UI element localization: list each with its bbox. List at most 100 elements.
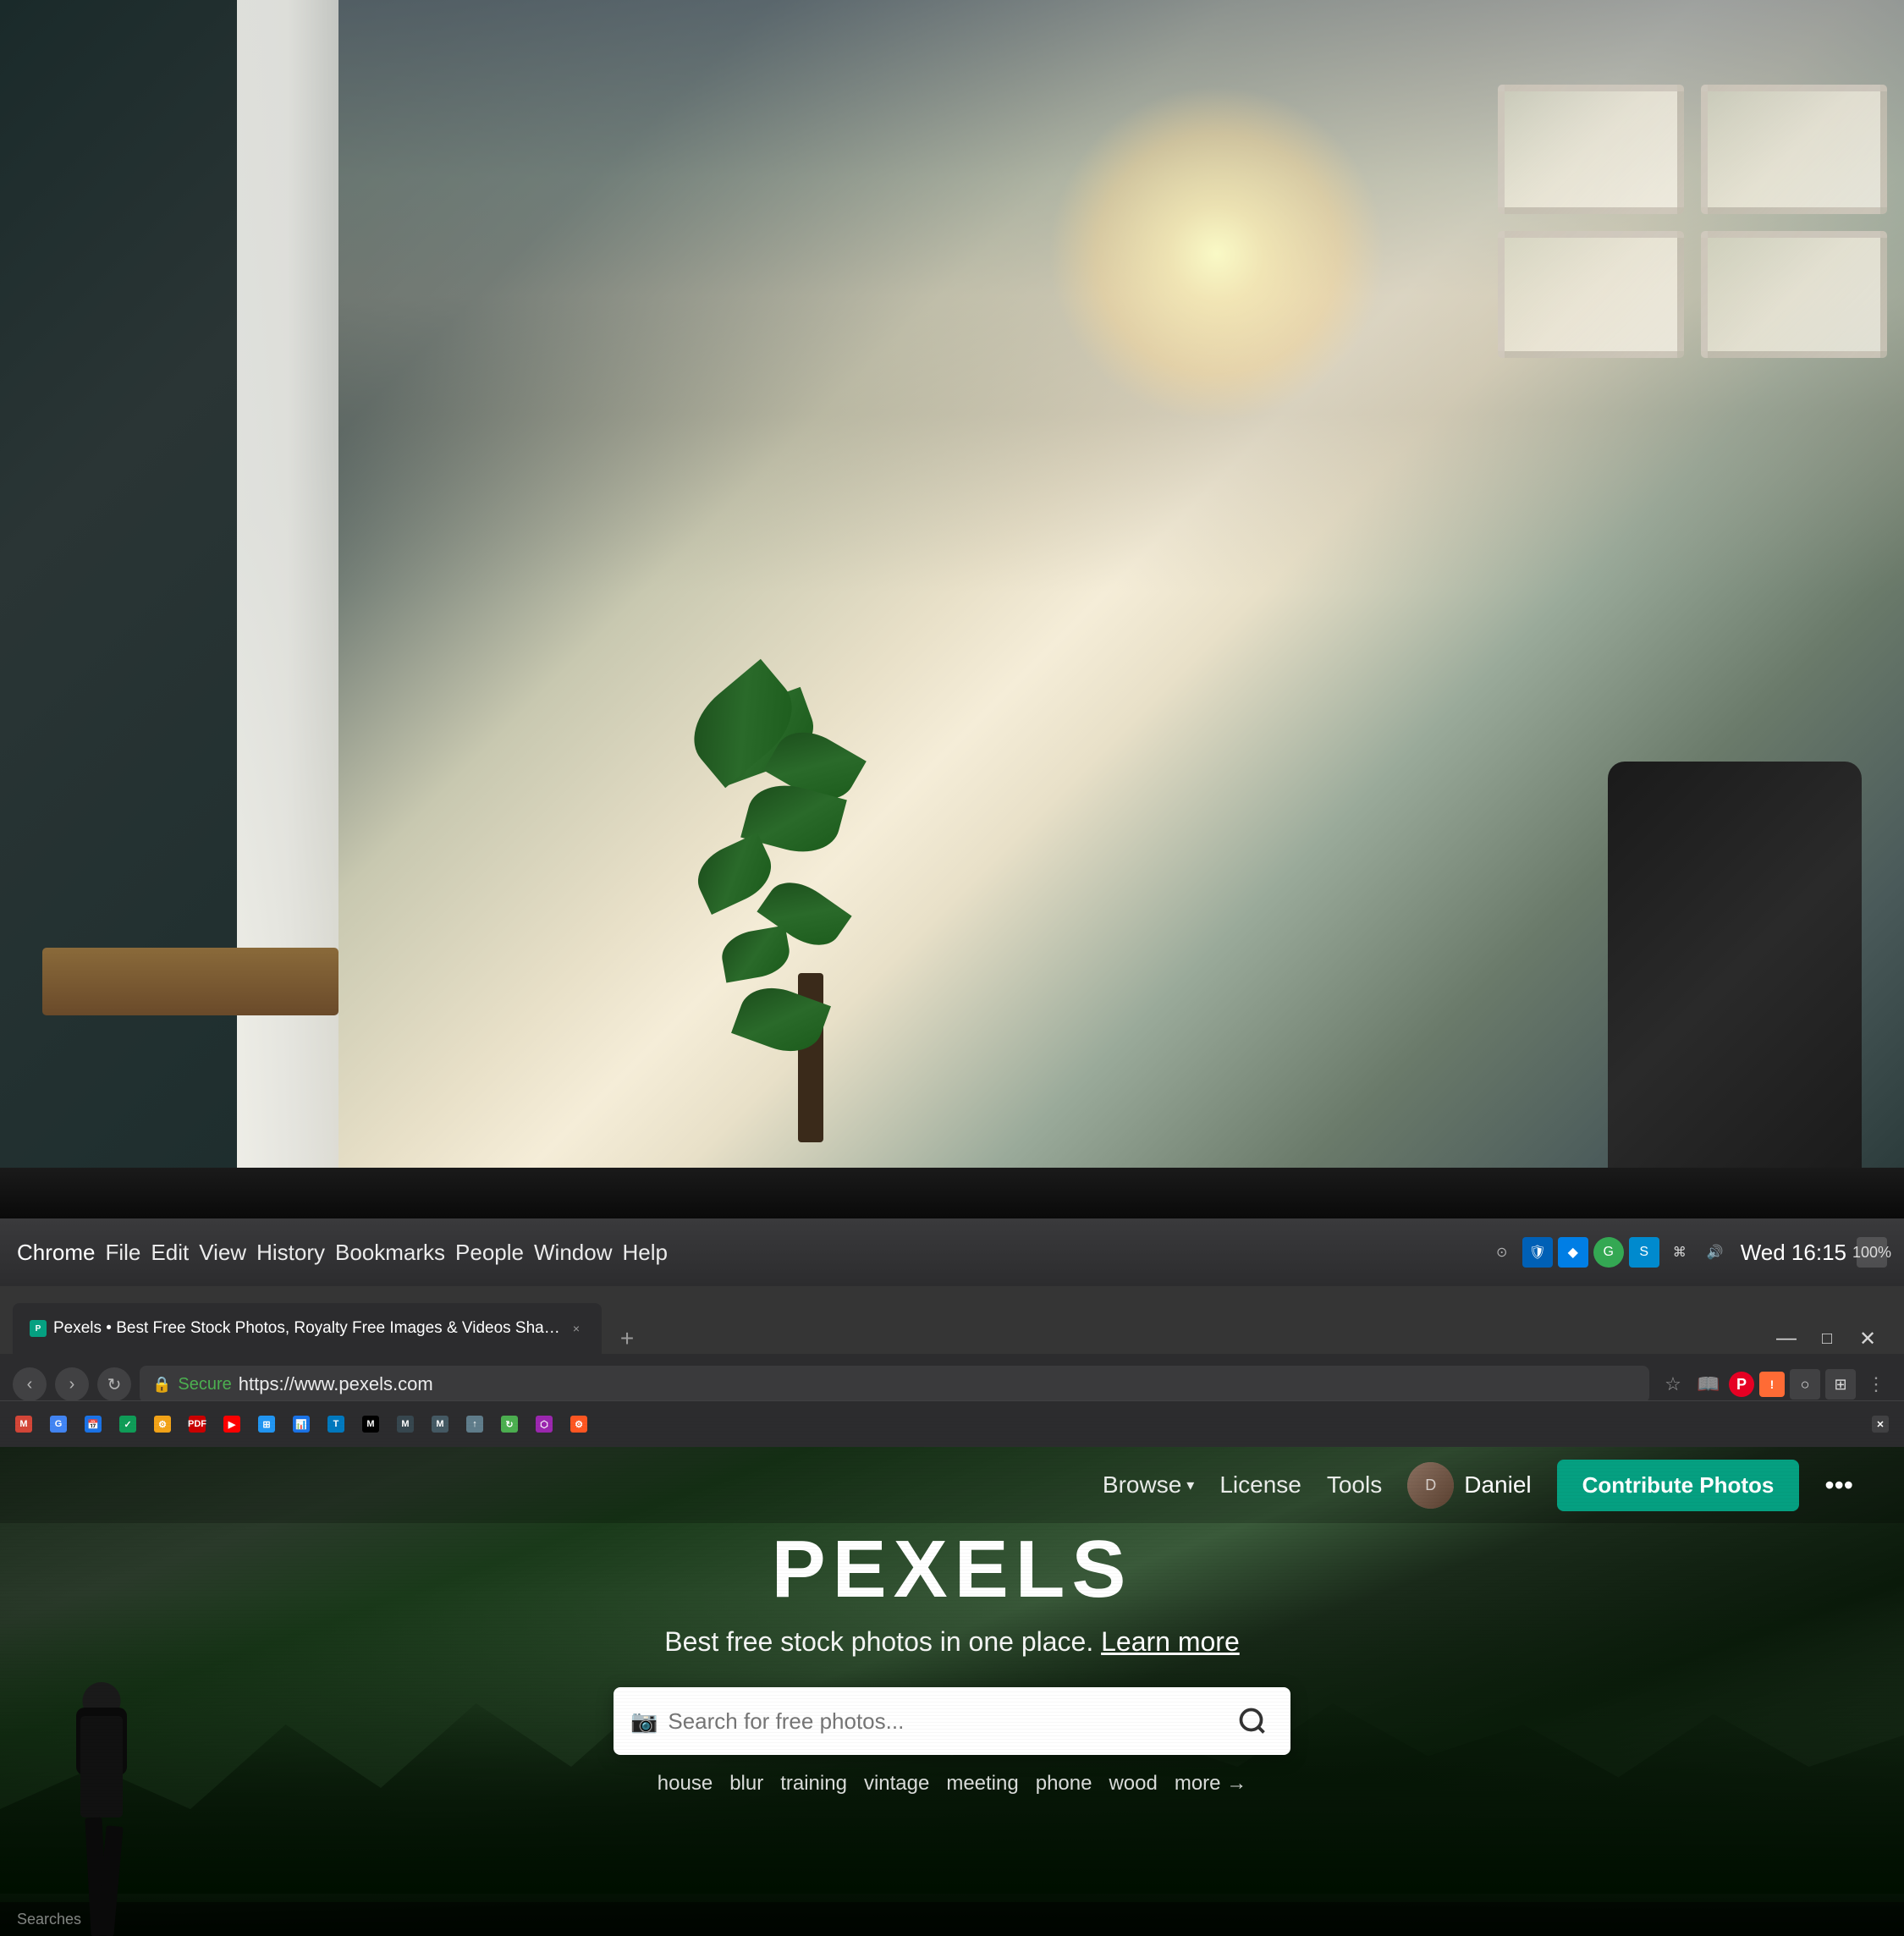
- browse-chevron-icon: ▾: [1186, 1477, 1194, 1494]
- laptop-bezel: [0, 1168, 1904, 1218]
- medium-favicon: M: [362, 1416, 379, 1433]
- ext-upload[interactable]: ↑: [459, 1412, 490, 1436]
- favicon-3: 📅: [85, 1416, 102, 1433]
- hero-content: PEXELS Best free stock photos in one pla…: [0, 1523, 1904, 1796]
- menu-history[interactable]: History: [256, 1240, 325, 1266]
- favicon-x: ✕: [1872, 1416, 1889, 1433]
- more-actions-icon[interactable]: ⋮: [1861, 1369, 1891, 1400]
- menu-window[interactable]: Window: [534, 1240, 612, 1266]
- favicon-2: G: [50, 1416, 67, 1433]
- gmail-favicon: M: [15, 1416, 32, 1433]
- back-icon: ‹: [27, 1375, 33, 1394]
- chrome-tab-pexels[interactable]: P Pexels • Best Free Stock Photos, Royal…: [13, 1303, 602, 1354]
- ext-sync[interactable]: ↻: [494, 1412, 525, 1436]
- favicon-5: ⚙: [154, 1416, 171, 1433]
- bookmark-5[interactable]: ⚙: [147, 1412, 178, 1436]
- bookmark-3[interactable]: 📅: [78, 1412, 108, 1436]
- bookmark-8[interactable]: ⊞: [251, 1412, 282, 1436]
- pinterest-icon[interactable]: P: [1729, 1372, 1754, 1397]
- user-name-label[interactable]: Daniel: [1464, 1471, 1531, 1499]
- tag-meeting[interactable]: meeting: [946, 1772, 1018, 1796]
- ext-settings[interactable]: ⚙: [564, 1412, 594, 1436]
- ext-3[interactable]: ⊞: [1825, 1369, 1856, 1400]
- browser-action-icons: ☆ 📖 P ! ○ ⊞ ⋮: [1658, 1369, 1891, 1400]
- tag-house[interactable]: house: [658, 1772, 713, 1796]
- office-windows: [1481, 68, 1904, 491]
- macos-status-icons: ⊙ 🛡 ◆ G S ⌘ 🔊: [1487, 1237, 1731, 1268]
- secure-label: Secure: [178, 1375, 231, 1394]
- back-button[interactable]: ‹: [13, 1367, 47, 1401]
- contribute-photos-button[interactable]: Contribute Photos: [1557, 1460, 1800, 1511]
- user-section: D Daniel: [1407, 1462, 1531, 1509]
- tagline-text: Best free stock photos in one place.: [664, 1626, 1093, 1657]
- bookmark-2[interactable]: G: [43, 1412, 74, 1436]
- bookmark-4[interactable]: ✓: [113, 1412, 143, 1436]
- favicon-settings: ⚙: [570, 1416, 587, 1433]
- bookmark-9[interactable]: 📊: [286, 1412, 316, 1436]
- secure-badge: 🔒: [152, 1376, 171, 1394]
- ext-close[interactable]: ✕: [1865, 1412, 1896, 1436]
- search-submit-button[interactable]: [1231, 1700, 1274, 1742]
- tag-training[interactable]: training: [780, 1772, 847, 1796]
- favicon-4: ✓: [119, 1416, 136, 1433]
- bookmark-youtube[interactable]: ▶: [217, 1412, 247, 1436]
- wifi-icon: ⌘: [1665, 1237, 1695, 1268]
- ext-share[interactable]: ⬡: [529, 1412, 559, 1436]
- tag-more[interactable]: more →: [1175, 1772, 1246, 1796]
- site-tagline: Best free stock photos in one place. Lea…: [0, 1626, 1904, 1658]
- refresh-icon: ↻: [107, 1374, 122, 1395]
- chrome-maximize[interactable]: □: [1812, 1323, 1842, 1354]
- bookmark-gmail[interactable]: M: [8, 1412, 39, 1436]
- ext-12[interactable]: M: [425, 1412, 455, 1436]
- refresh-button[interactable]: ↻: [97, 1367, 131, 1401]
- bookmark-star-icon[interactable]: ☆: [1658, 1369, 1688, 1400]
- quick-search-tags: house blur training vintage meeting phon…: [0, 1772, 1904, 1796]
- search-container: 📷: [614, 1687, 1290, 1755]
- learn-more-link[interactable]: Learn more: [1101, 1626, 1240, 1657]
- tag-phone[interactable]: phone: [1036, 1772, 1092, 1796]
- more-menu-button[interactable]: •••: [1824, 1470, 1853, 1501]
- favicon-8: ⊞: [258, 1416, 275, 1433]
- menu-bookmarks[interactable]: Bookmarks: [335, 1240, 445, 1266]
- status-icon-2: 🛡: [1522, 1237, 1553, 1268]
- bookmark-6[interactable]: PDF: [182, 1412, 212, 1436]
- browse-nav-link[interactable]: Browse ▾: [1103, 1471, 1194, 1499]
- menu-people[interactable]: People: [455, 1240, 524, 1266]
- status-icon-3: ◆: [1558, 1237, 1588, 1268]
- tab-close-button[interactable]: ×: [568, 1320, 585, 1337]
- pexels-navbar: Browse ▾ License Tools D Daniel Contribu…: [0, 1447, 1904, 1523]
- chrome-tabs-bar: P Pexels • Best Free Stock Photos, Royal…: [0, 1286, 1904, 1354]
- tag-blur[interactable]: blur: [729, 1772, 763, 1796]
- tools-nav-link[interactable]: Tools: [1327, 1471, 1382, 1499]
- address-bar[interactable]: 🔒 Secure https://www.pexels.com: [140, 1366, 1649, 1403]
- menu-chrome[interactable]: Chrome: [17, 1240, 95, 1266]
- menu-file[interactable]: File: [105, 1240, 140, 1266]
- user-avatar[interactable]: D: [1407, 1462, 1454, 1509]
- new-tab-button[interactable]: +: [612, 1323, 642, 1354]
- search-input[interactable]: [668, 1708, 1231, 1735]
- reading-list-icon[interactable]: 📖: [1693, 1369, 1724, 1400]
- office-background: [0, 0, 1904, 1185]
- forward-button[interactable]: ›: [55, 1367, 89, 1401]
- license-nav-link[interactable]: License: [1219, 1471, 1301, 1499]
- ext-11[interactable]: M: [390, 1412, 421, 1436]
- favicon-6: PDF: [189, 1416, 206, 1433]
- ext-1[interactable]: !: [1759, 1372, 1785, 1397]
- system-clock: Wed 16:15: [1741, 1240, 1846, 1266]
- menu-help[interactable]: Help: [623, 1240, 668, 1266]
- favicon-11: M: [397, 1416, 414, 1433]
- chrome-minimize[interactable]: —: [1771, 1323, 1802, 1354]
- youtube-favicon: ▶: [223, 1416, 240, 1433]
- menu-view[interactable]: View: [199, 1240, 246, 1266]
- pexels-favicon: P: [30, 1320, 47, 1337]
- tag-vintage[interactable]: vintage: [864, 1772, 929, 1796]
- volume-icon: 🔊: [1700, 1237, 1731, 1268]
- menu-edit[interactable]: Edit: [151, 1240, 189, 1266]
- chrome-close[interactable]: ✕: [1852, 1323, 1883, 1354]
- favicon-share: ⬡: [536, 1416, 553, 1433]
- ext-medium[interactable]: M: [355, 1412, 386, 1436]
- favicon-12: M: [432, 1416, 448, 1433]
- bookmark-trello[interactable]: T: [321, 1412, 351, 1436]
- ext-2[interactable]: ○: [1790, 1369, 1820, 1400]
- tag-wood[interactable]: wood: [1109, 1772, 1157, 1796]
